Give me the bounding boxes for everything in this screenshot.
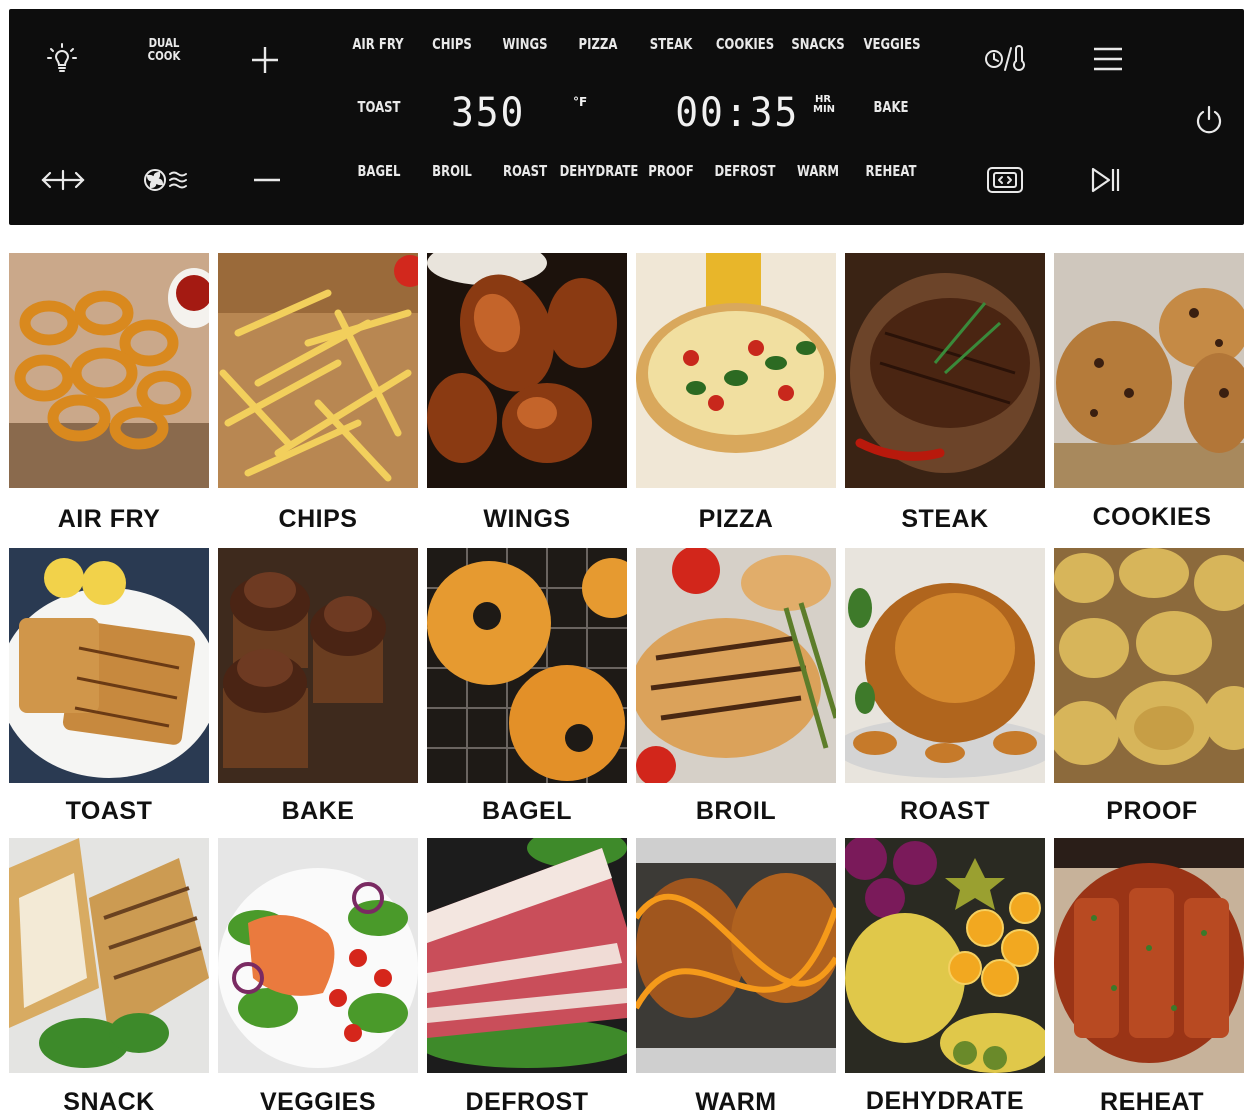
photo-warm — [636, 838, 836, 1073]
mode-bagel[interactable]: BAGEL — [357, 162, 400, 180]
caption-pizza: PIZZA — [698, 505, 774, 533]
mode-air-fry[interactable]: AIR FRY — [352, 35, 403, 53]
caption-chips: CHIPS — [278, 505, 358, 533]
photo-air-fry — [9, 253, 209, 488]
photo-chips — [218, 253, 418, 488]
photo-defrost — [427, 838, 627, 1073]
photo-toast — [9, 548, 209, 783]
photo-wings — [427, 253, 627, 488]
mode-cookies[interactable]: COOKIES — [716, 35, 774, 53]
photo-pizza — [636, 253, 836, 488]
mode-wings[interactable]: WINGS — [502, 35, 547, 53]
temperature-display: 350 — [450, 90, 526, 136]
caption-veggies: VEGGIES — [259, 1088, 377, 1116]
photo-broil — [636, 548, 836, 783]
control-panel — [9, 9, 1244, 225]
caption-roast: ROAST — [900, 797, 990, 825]
mode-snacks[interactable]: SNACKS — [791, 35, 844, 53]
mode-warm[interactable]: WARM — [797, 162, 839, 180]
caption-reheat: REHEAT — [1100, 1088, 1204, 1116]
photo-roast — [845, 548, 1045, 783]
menu-icon[interactable] — [1092, 45, 1124, 73]
caption-toast: TOAST — [65, 797, 153, 825]
dual-cook-button[interactable]: DUAL COOK — [139, 37, 190, 63]
caption-defrost: DEFROST — [465, 1088, 589, 1116]
caption-dehydrate: DEHYDRATE — [865, 1087, 1025, 1115]
mode-toast[interactable]: TOAST — [357, 98, 400, 116]
caption-bagel: BAGEL — [482, 797, 572, 825]
caption-steak: STEAK — [901, 505, 989, 533]
caption-cookies: COOKIES — [1092, 503, 1212, 531]
caption-proof: PROOF — [1106, 797, 1198, 825]
mode-bake[interactable]: BAKE — [873, 98, 908, 116]
caption-air-fry: AIR FRY — [57, 505, 161, 533]
photo-steak — [845, 253, 1045, 488]
light-bulb-icon[interactable] — [44, 40, 80, 76]
photo-dehydrate — [845, 838, 1045, 1073]
mode-veggies[interactable]: VEGGIES — [863, 35, 920, 53]
caption-warm: WARM — [695, 1088, 777, 1116]
mode-roast[interactable]: ROAST — [503, 162, 547, 180]
caption-broil: BROIL — [695, 797, 777, 825]
rotisserie-arrows-icon[interactable] — [40, 168, 86, 192]
mode-broil[interactable]: BROIL — [432, 162, 472, 180]
photo-reheat — [1054, 838, 1244, 1073]
mode-steak[interactable]: STEAK — [650, 35, 693, 53]
power-icon[interactable] — [1193, 104, 1225, 136]
play-pause-icon[interactable] — [1090, 166, 1122, 194]
convection-fan-icon[interactable] — [142, 166, 190, 194]
temperature-unit: °F — [573, 95, 588, 109]
mode-dehydrate[interactable]: DEHYDRATE — [560, 162, 639, 180]
photo-snack — [9, 838, 209, 1073]
photo-proof — [1054, 548, 1244, 783]
mode-reheat[interactable]: REHEAT — [866, 162, 917, 180]
time-display: 00:35 — [675, 90, 800, 136]
caption-wings: WINGS — [483, 505, 571, 533]
photo-veggies — [218, 838, 418, 1073]
time-unit-min: MIN — [813, 104, 836, 115]
photo-bagel — [427, 548, 627, 783]
mode-proof[interactable]: PROOF — [648, 162, 693, 180]
dual-cook-line2: COOK — [147, 49, 181, 63]
mode-chips[interactable]: CHIPS — [432, 35, 472, 53]
plus-icon[interactable] — [250, 45, 280, 75]
photo-bake — [218, 548, 418, 783]
mode-defrost[interactable]: DEFROST — [714, 162, 775, 180]
caption-snack: SNACK — [63, 1088, 155, 1116]
timer-thermometer-icon[interactable] — [983, 44, 1029, 74]
photo-cookies — [1054, 253, 1244, 488]
oven-light-icon[interactable] — [985, 165, 1025, 195]
minus-icon[interactable] — [252, 168, 282, 192]
mode-pizza[interactable]: PIZZA — [579, 35, 618, 53]
caption-bake: BAKE — [281, 797, 355, 825]
